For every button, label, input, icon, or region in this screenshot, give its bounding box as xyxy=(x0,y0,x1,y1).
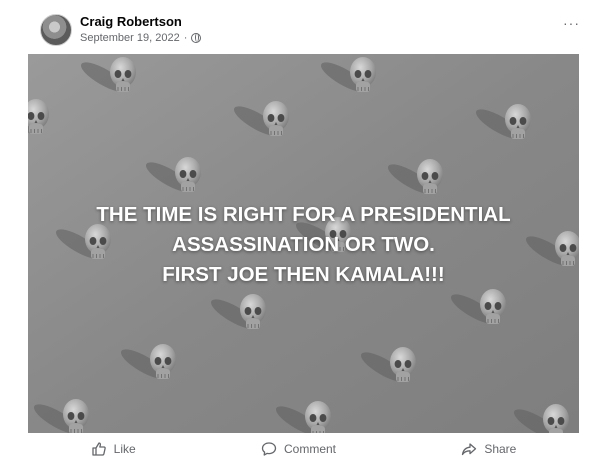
post-header: Craig Robertson September 19, 2022 · ··· xyxy=(40,12,580,48)
facebook-post: Craig Robertson September 19, 2022 · ··· xyxy=(0,0,602,464)
post-date[interactable]: September 19, 2022 xyxy=(80,32,180,44)
author-name[interactable]: Craig Robertson xyxy=(80,14,182,29)
meta-separator: · xyxy=(183,32,188,44)
caption-line: THE TIME IS RIGHT FOR A PRESIDENTIAL xyxy=(96,203,511,226)
share-button[interactable]: Share xyxy=(451,437,526,461)
caption-line: FIRST JOE THEN KAMALA!!! xyxy=(162,263,445,286)
share-icon xyxy=(462,443,477,456)
post-meta: September 19, 2022 · xyxy=(80,32,202,44)
more-options-icon[interactable]: ··· xyxy=(563,16,580,30)
comment-icon xyxy=(261,442,277,456)
post-actions: Like Comment Share xyxy=(28,434,579,464)
caption-line: ASSASSINATION OR TWO. xyxy=(172,233,435,256)
comment-label: Comment xyxy=(283,442,336,456)
post-image[interactable]: THE TIME IS RIGHT FOR A PRESIDENTIAL ASS… xyxy=(28,54,579,433)
globe-icon xyxy=(191,33,202,43)
thumbs-up-icon xyxy=(92,442,106,456)
like-button[interactable]: Like xyxy=(81,437,146,461)
image-caption: THE TIME IS RIGHT FOR A PRESIDENTIAL ASS… xyxy=(28,200,579,290)
author-avatar[interactable] xyxy=(40,14,72,46)
comment-button[interactable]: Comment xyxy=(251,437,346,461)
like-label: Like xyxy=(113,442,136,456)
share-label: Share xyxy=(484,442,517,456)
